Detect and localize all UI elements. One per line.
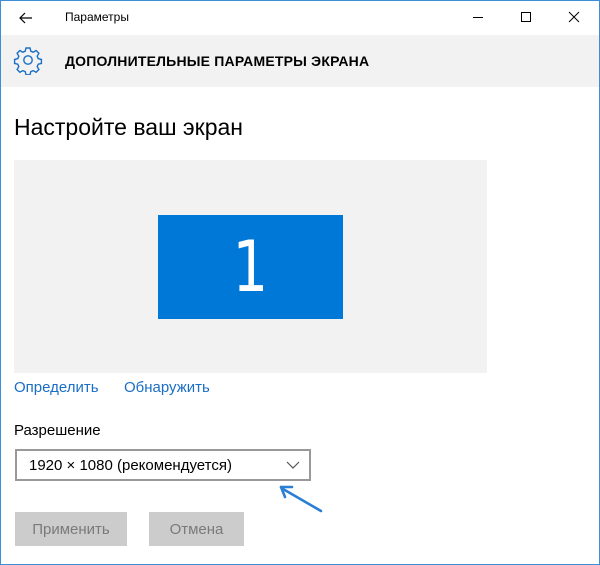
header-title: ДОПОЛНИТЕЛЬНЫЕ ПАРАМЕТРЫ ЭКРАНА (65, 53, 370, 69)
monitor-number: 1 (232, 226, 269, 308)
pointer-arrow-icon (279, 485, 323, 513)
page-header: ДОПОЛНИТЕЛЬНЫЕ ПАРАМЕТРЫ ЭКРАНА (1, 35, 599, 87)
minimize-icon (473, 17, 483, 18)
page-title: Настройте ваш экран (14, 114, 244, 140)
identify-link[interactable]: Определить (14, 379, 99, 396)
chevron-down-icon (286, 461, 300, 469)
settings-window: Параметры ДОПОЛНИТЕЛЬНЫЕ ПАРАМЕТРЫ ЭКРАН… (0, 0, 600, 565)
close-icon (568, 11, 580, 23)
monitor-tile[interactable]: 1 (158, 215, 343, 319)
back-button[interactable] (9, 5, 43, 31)
back-arrow-icon (19, 12, 32, 24)
maximize-button[interactable] (503, 1, 549, 33)
cancel-button[interactable]: Отмена (149, 512, 244, 546)
close-button[interactable] (551, 1, 597, 33)
gear-icon (13, 47, 43, 75)
title-bar: Параметры (1, 1, 599, 35)
apply-button[interactable]: Применить (15, 512, 127, 546)
minimize-button[interactable] (455, 1, 501, 33)
resolution-dropdown[interactable]: 1920 × 1080 (рекомендуется) (15, 449, 311, 481)
resolution-label: Разрешение (14, 422, 101, 439)
resolution-value: 1920 × 1080 (рекомендуется) (29, 457, 232, 474)
display-preview: 1 (14, 160, 487, 373)
detect-link[interactable]: Обнаружить (124, 379, 210, 396)
window-title: Параметры (65, 10, 129, 24)
maximize-icon (521, 12, 531, 22)
